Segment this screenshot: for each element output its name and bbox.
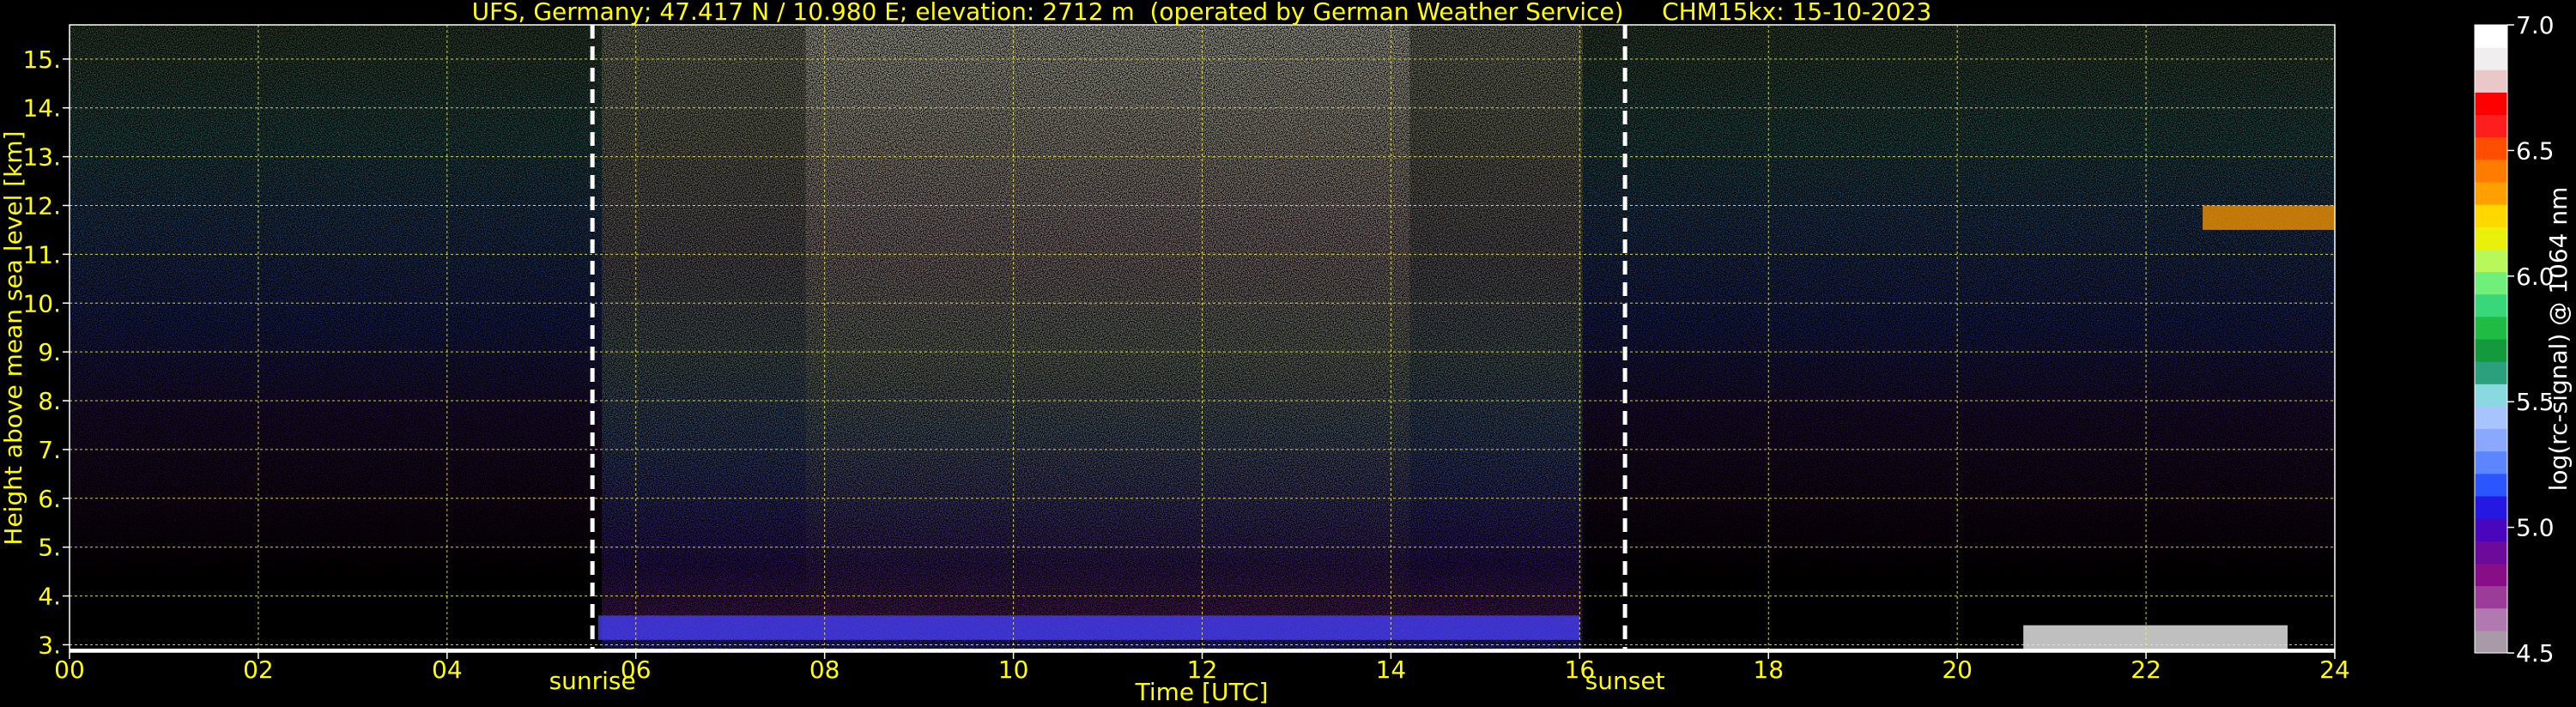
y-tick-label: 13. bbox=[22, 143, 61, 172]
colorbar-swatch bbox=[2475, 159, 2507, 183]
colorbar-swatch bbox=[2475, 473, 2507, 497]
chart-title: UFS, Germany; 47.417 N / 10.980 E; eleva… bbox=[472, 0, 1932, 26]
y-tick-label: 4. bbox=[38, 583, 61, 611]
colorbar-swatch bbox=[2475, 541, 2507, 564]
colorbar-label: log(rc-signal) @ 1064 nm bbox=[2544, 187, 2573, 492]
colorbar-swatch bbox=[2475, 585, 2507, 609]
colorbar-swatch bbox=[2475, 114, 2507, 138]
feature-low-clouds-near-ground bbox=[2023, 625, 2288, 650]
colorbar-swatch bbox=[2475, 47, 2507, 70]
colorbar: 4.55.05.56.06.57.0 log(rc-signal) @ 1064… bbox=[2474, 11, 2573, 668]
colorbar-swatch bbox=[2475, 406, 2507, 430]
x-tick-label: 06 bbox=[621, 656, 652, 684]
x-tick-label: 22 bbox=[2131, 656, 2161, 684]
x-tick-label: 02 bbox=[243, 656, 274, 684]
x-tick-label: 20 bbox=[1942, 656, 1973, 684]
colorbar-swatch bbox=[2475, 450, 2507, 474]
feature-boundary-layer-daytime- bbox=[597, 615, 1580, 640]
x-tick-label: 18 bbox=[1753, 656, 1784, 684]
x-tick-label: 00 bbox=[54, 656, 85, 684]
colorbar-swatch bbox=[2475, 563, 2507, 587]
x-tick-label: 24 bbox=[2319, 656, 2350, 684]
colorbar-swatch bbox=[2475, 25, 2507, 48]
x-tick-label: 04 bbox=[432, 656, 463, 684]
colorbar-swatch bbox=[2475, 384, 2507, 407]
colorbar-swatch bbox=[2475, 496, 2507, 519]
colorbar-swatch bbox=[2475, 518, 2507, 541]
colorbar-swatch bbox=[2475, 630, 2507, 654]
y-tick-label: 5. bbox=[38, 534, 61, 562]
y-tick-label: 12. bbox=[22, 191, 61, 220]
x-axis-label: Time [UTC] bbox=[1135, 678, 1269, 706]
colorbar-tick-label: 4.5 bbox=[2516, 639, 2555, 668]
x-tick-label: 16 bbox=[1565, 656, 1596, 684]
y-tick-label: 3. bbox=[38, 631, 61, 659]
colorbar-swatch bbox=[2475, 339, 2507, 362]
colorbar-tick-label: 6.5 bbox=[2516, 136, 2555, 165]
x-tick-label: 08 bbox=[809, 656, 840, 684]
y-tick-label: 10. bbox=[22, 289, 61, 317]
ceilometer-chart: sunrise sunset 00 02 04 06 08 10 12 14 16 18 20 22 24… bbox=[0, 0, 2573, 706]
colorbar-swatch bbox=[2475, 204, 2507, 227]
colorbar-swatch bbox=[2475, 92, 2507, 116]
y-tick-label: 14. bbox=[22, 94, 61, 123]
colorbar-swatch bbox=[2475, 293, 2507, 317]
colorbar-tick-label: 5.0 bbox=[2516, 514, 2555, 542]
y-tick-label: 6. bbox=[38, 485, 61, 513]
y-tick-label: 7. bbox=[38, 436, 61, 464]
y-tick-label: 9. bbox=[38, 338, 61, 366]
colorbar-swatch bbox=[2475, 607, 2507, 631]
colorbar-swatch bbox=[2475, 136, 2507, 160]
colorbar-swatch bbox=[2475, 271, 2507, 295]
colorbar-swatch bbox=[2475, 69, 2507, 93]
colorbar-swatch bbox=[2475, 428, 2507, 452]
colorbar-swatch bbox=[2475, 249, 2507, 273]
colorbar-swatch bbox=[2475, 182, 2507, 205]
colorbar-swatch bbox=[2475, 361, 2507, 384]
x-tick-label: 10 bbox=[998, 656, 1029, 684]
y-axis-label: Height above mean sea level [km] bbox=[0, 130, 27, 545]
colorbar-tick-label: 7.0 bbox=[2516, 11, 2555, 39]
y-tick-label: 15. bbox=[22, 45, 61, 74]
y-tick-label: 11. bbox=[22, 240, 61, 269]
y-tick-label: 8. bbox=[38, 387, 61, 415]
colorbar-swatch bbox=[2475, 227, 2507, 250]
sunset-label: sunset bbox=[1585, 667, 1665, 695]
feature-cloud-layer bbox=[2203, 205, 2335, 230]
colorbar-swatch bbox=[2475, 316, 2507, 340]
x-tick-label: 14 bbox=[1376, 656, 1407, 684]
